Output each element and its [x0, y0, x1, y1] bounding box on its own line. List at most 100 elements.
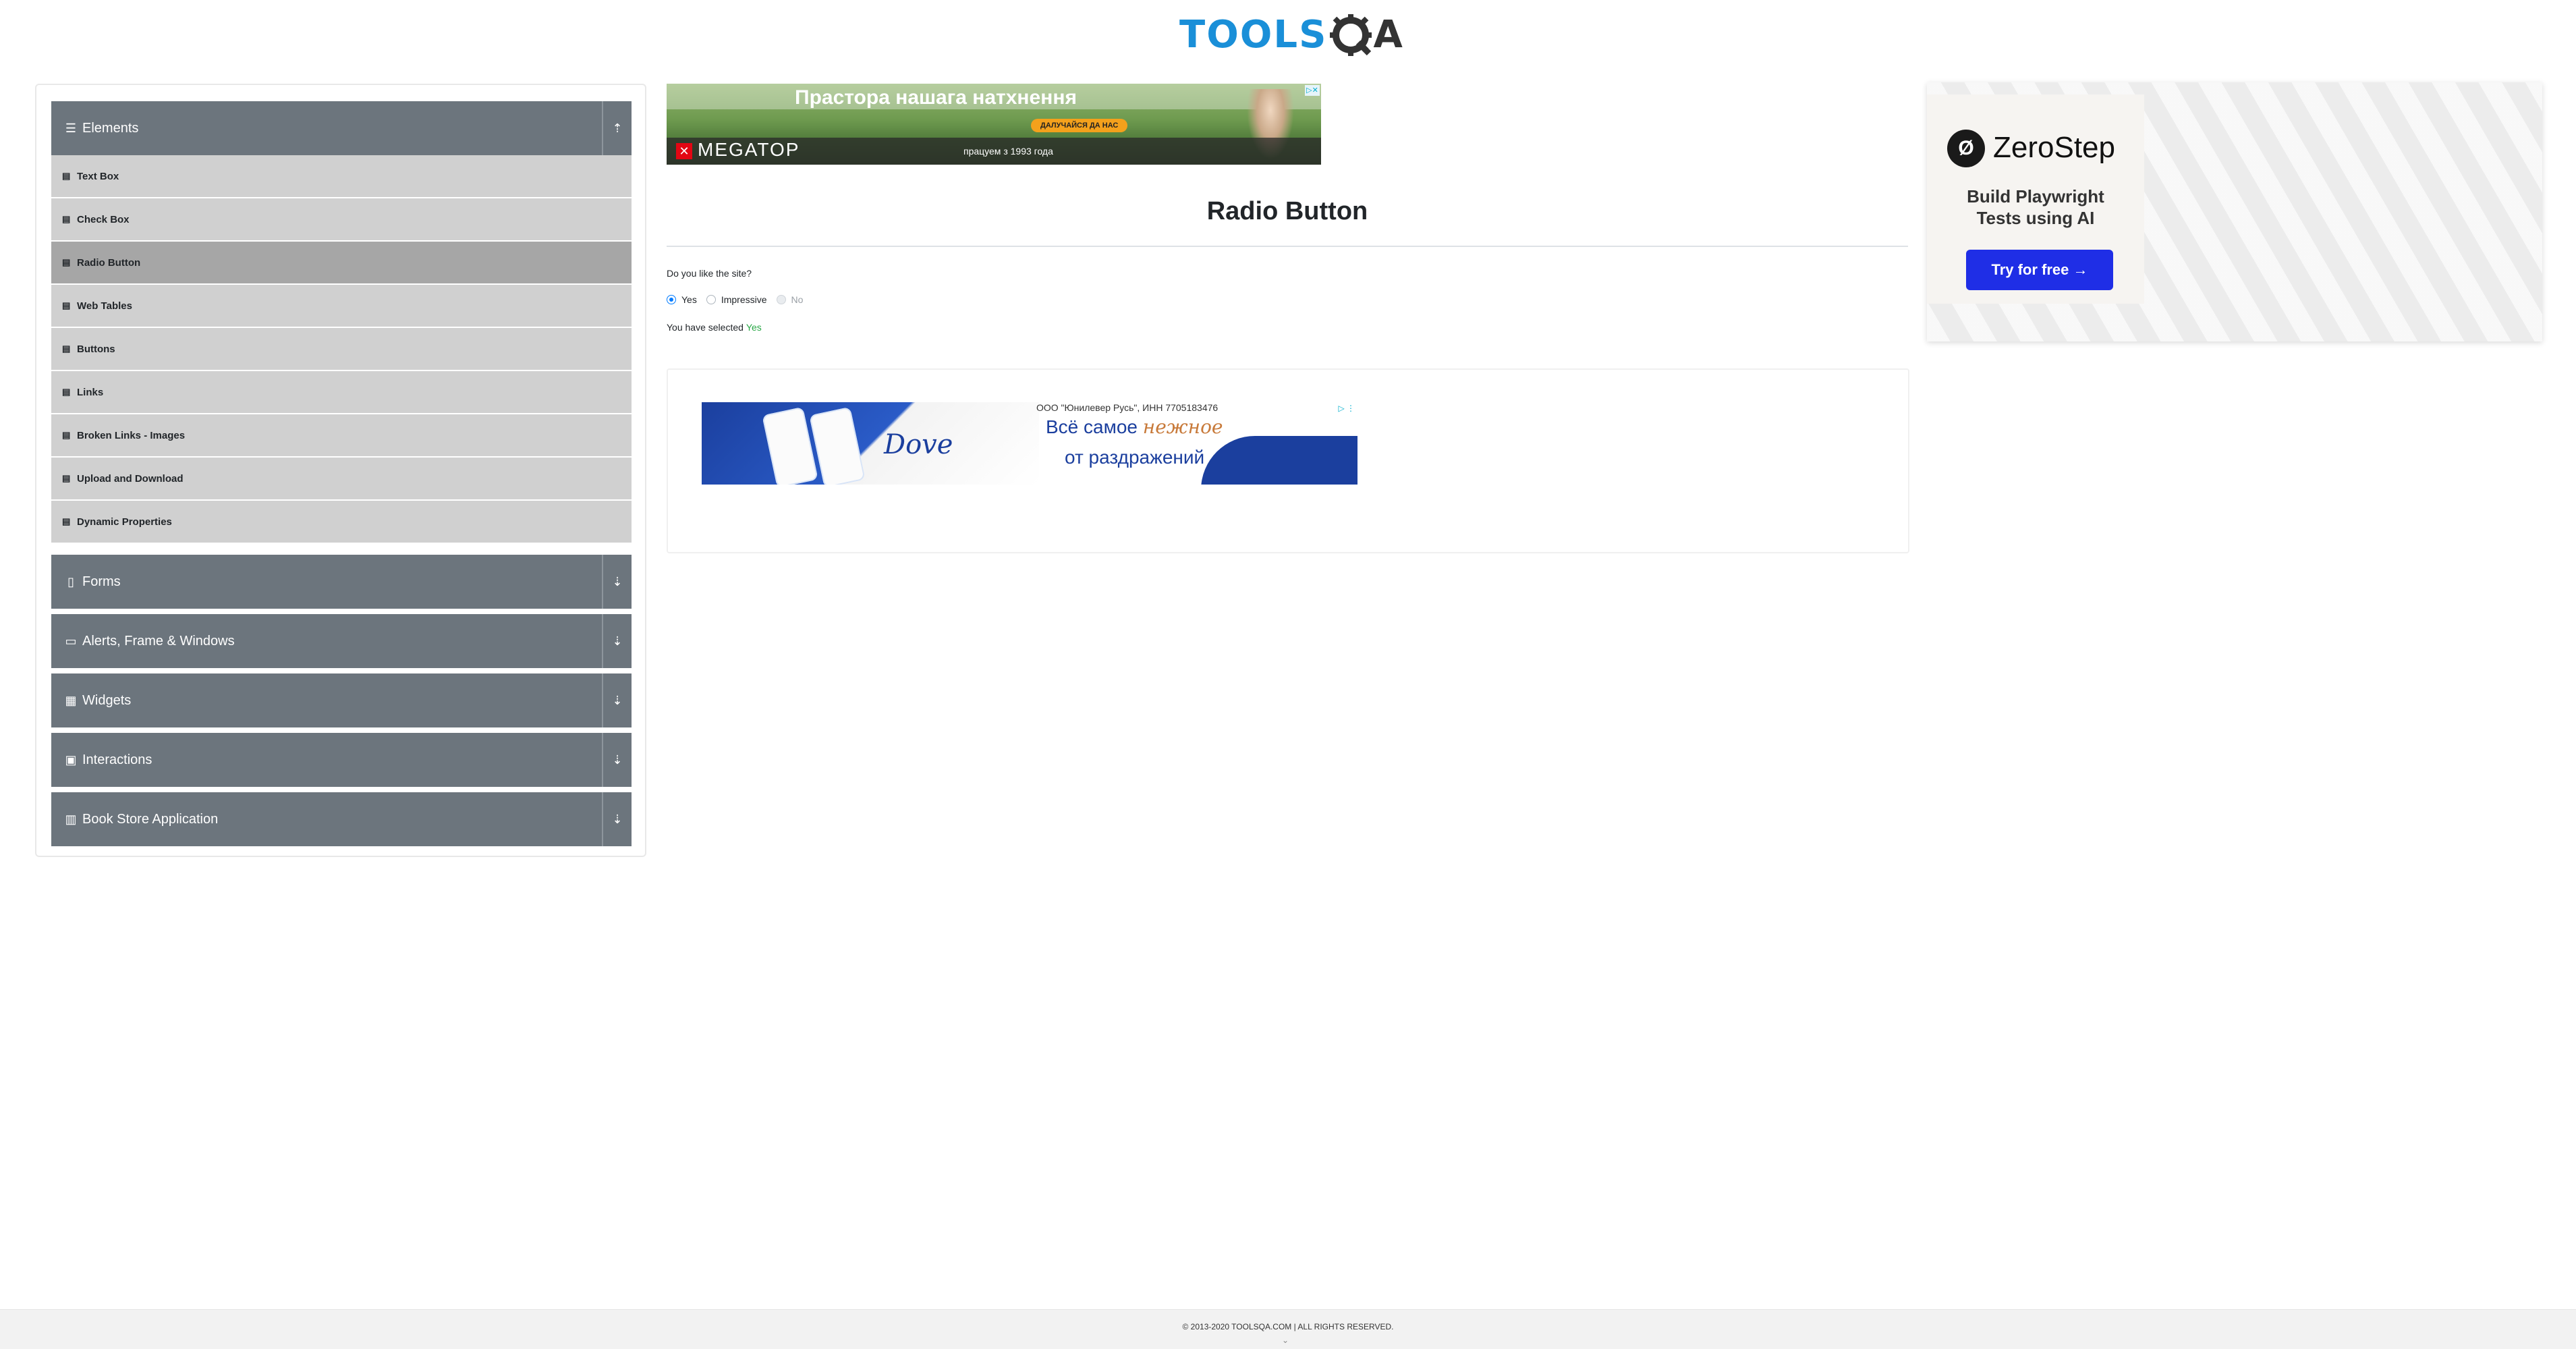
ad-legal-text: ООО "Юнилевер Русь", ИНН 7705183476	[1036, 402, 1219, 413]
collapse-icon[interactable]: ⇡	[602, 101, 632, 155]
megatop-logo-icon: ✕	[676, 143, 692, 159]
sidebar-item-label: Radio Button	[77, 256, 141, 269]
sidebar-item-web-tables[interactable]: ▤ Web Tables	[51, 285, 632, 327]
sidebar-item-text-box[interactable]: ▤ Text Box	[51, 155, 632, 197]
zerostep-card: Ø ZeroStep Build Playwright Tests using …	[1927, 94, 2144, 304]
try-for-free-button[interactable]: Try for free →	[1966, 250, 2113, 290]
copyright-text: © 2013-2020 TOOLSQA.COM | ALL RIGHTS RES…	[1182, 1322, 1394, 1331]
chevron-down-icon[interactable]: ⌄	[1282, 1336, 1289, 1345]
sidebar-item-upload-download[interactable]: ▤ Upload and Download	[51, 458, 632, 499]
group-header-alerts[interactable]: ▭ Alerts, Frame & Windows ⇣	[51, 614, 632, 668]
sidebar-item-label: Web Tables	[77, 300, 132, 312]
ad-headline: Прастора нашага натхнення	[795, 86, 1077, 109]
group-header-widgets[interactable]: ▦ Widgets ⇣	[51, 673, 632, 727]
radio-no-control	[776, 295, 786, 304]
group-label: Widgets	[82, 692, 132, 708]
adchoices-icon[interactable]: ▷ ⋮	[1338, 404, 1355, 413]
radio-no: No	[776, 294, 804, 305]
item-icon: ▤	[62, 171, 71, 181]
item-icon: ▤	[62, 473, 71, 483]
item-icon: ▤	[62, 257, 71, 267]
selection-result: You have selected Yes	[667, 322, 762, 333]
toolsqa-logo[interactable]: TOOLS A	[1179, 9, 1403, 61]
window-icon: ▭	[65, 634, 77, 648]
result-prefix: You have selected	[667, 322, 744, 333]
question-text: Do you like the site?	[667, 268, 752, 279]
zerostep-tagline-1: Build Playwright	[1967, 186, 2104, 207]
item-icon: ▤	[62, 343, 71, 354]
ad-banner-top[interactable]: Прастора нашага натхнення ДАЛУЧАЙСЯ ДА Н…	[667, 84, 1321, 165]
radio-no-label: No	[791, 294, 804, 305]
group-header-forms[interactable]: ▯ Forms ⇣	[51, 555, 632, 609]
group-label: Interactions	[82, 752, 152, 767]
ad-wave-shape	[1201, 436, 1357, 485]
group-label: Book Store Application	[82, 811, 219, 827]
book-icon: ▥	[65, 812, 77, 826]
sidebar-item-label: Check Box	[77, 213, 130, 225]
zerostep-logo-icon: Ø	[1947, 130, 1985, 167]
logo-text-a: A	[1373, 13, 1403, 57]
ad-banner-dove[interactable]: Dove ООО "Юнилевер Русь", ИНН 7705183476…	[702, 402, 1357, 485]
elements-menu-list: ▤ Text Box ▤ Check Box ▤ Radio Button ▤ …	[51, 155, 632, 544]
group-header-interactions[interactable]: ▣ Interactions ⇣	[51, 733, 632, 787]
radio-impressive[interactable]: Impressive	[706, 294, 767, 305]
expand-icon[interactable]: ⇣	[602, 733, 632, 787]
expand-icon[interactable]: ⇣	[602, 673, 632, 727]
ad-slogan-part-b: нежное	[1142, 416, 1223, 438]
ad-slogan-line1: Всё самое нежное	[1046, 416, 1223, 438]
item-icon: ▤	[62, 516, 71, 526]
expand-icon[interactable]: ⇣	[602, 555, 632, 609]
sidebar-item-label: Broken Links - Images	[77, 429, 186, 441]
item-icon: ▤	[62, 430, 71, 440]
radio-yes[interactable]: Yes	[667, 294, 697, 305]
box-icon: ▣	[65, 752, 77, 767]
ad-brand: Dove	[884, 429, 953, 460]
sidebar-item-label: Upload and Download	[77, 472, 184, 485]
ad-close-icon[interactable]: ▷✕	[1305, 85, 1320, 96]
sidebar-item-label: Links	[77, 386, 104, 398]
sidebar-item-buttons[interactable]: ▤ Buttons	[51, 328, 632, 370]
ad-background	[702, 402, 1039, 485]
group-label: Alerts, Frame & Windows	[82, 633, 235, 649]
sidebar: ☰ Elements ⇡ ▤ Text Box ▤ Check Box ▤ Ra…	[35, 84, 646, 857]
radio-group: Yes Impressive No	[667, 294, 812, 305]
ad-brand: MEGATOP	[698, 139, 800, 160]
ad-since: працуем з 1993 года	[963, 146, 1053, 157]
radio-yes-label[interactable]: Yes	[681, 294, 697, 305]
radio-impressive-control[interactable]	[706, 295, 716, 304]
item-icon: ▤	[62, 214, 71, 224]
page-title: Radio Button	[1206, 197, 1368, 225]
sidebar-item-broken-links[interactable]: ▤ Broken Links - Images	[51, 414, 632, 456]
radio-yes-control[interactable]	[667, 295, 676, 304]
sidebar-item-label: Buttons	[77, 343, 115, 355]
group-label: Forms	[82, 574, 121, 589]
group-header-book-store[interactable]: ▥ Book Store Application ⇣	[51, 792, 632, 846]
sidebar-item-links[interactable]: ▤ Links	[51, 371, 632, 413]
radio-impressive-label[interactable]: Impressive	[721, 294, 767, 305]
ad-slogan-part-a: Всё самое	[1046, 416, 1138, 437]
item-icon: ▤	[62, 300, 71, 310]
hamburger-icon: ☰	[65, 121, 77, 135]
expand-icon[interactable]: ⇣	[602, 614, 632, 668]
document-icon: ▯	[67, 574, 74, 588]
ad-banner-zerostep[interactable]: Ø ZeroStep Build Playwright Tests using …	[1927, 82, 2542, 341]
expand-icon[interactable]: ⇣	[602, 792, 632, 846]
sidebar-item-radio-button[interactable]: ▤ Radio Button	[51, 242, 632, 283]
sidebar-item-label: Text Box	[77, 170, 119, 182]
gear-icon	[1328, 13, 1373, 57]
sidebar-item-label: Dynamic Properties	[77, 516, 172, 528]
grid-icon: ▦	[65, 693, 77, 707]
group-header-elements[interactable]: ☰ Elements ⇡	[51, 101, 632, 155]
zerostep-tagline-2: Tests using AI	[1976, 208, 2095, 228]
sidebar-item-check-box[interactable]: ▤ Check Box	[51, 198, 632, 240]
ad-slogan-line2: от раздражений	[1065, 447, 1205, 468]
group-label: Elements	[82, 120, 139, 136]
logo-text-tools: TOOLS	[1179, 13, 1328, 57]
sidebar-item-dynamic-properties[interactable]: ▤ Dynamic Properties	[51, 501, 632, 543]
result-value: Yes	[746, 322, 762, 333]
item-icon: ▤	[62, 387, 71, 397]
title-divider	[667, 246, 1908, 247]
ad-cta-button[interactable]: ДАЛУЧАЙСЯ ДА НАС	[1031, 119, 1128, 132]
ad-container: Dove ООО "Юнилевер Русь", ИНН 7705183476…	[667, 368, 1909, 553]
footer: © 2013-2020 TOOLSQA.COM | ALL RIGHTS RES…	[0, 1309, 2576, 1349]
